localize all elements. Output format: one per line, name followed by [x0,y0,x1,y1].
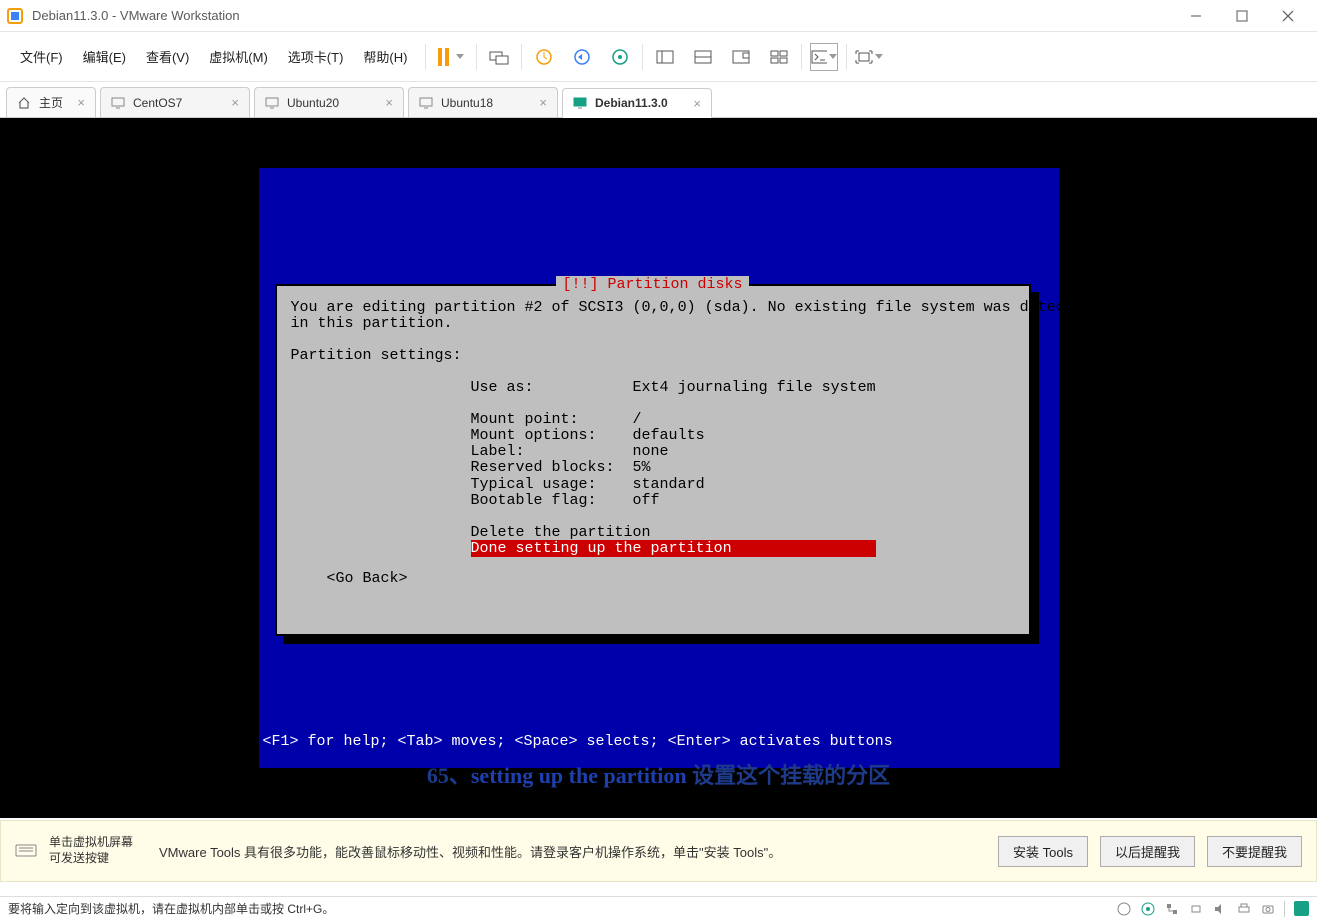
separator [1284,901,1285,917]
titlebar: Debian11.3.0 - VMware Workstation [0,0,1317,32]
printer-icon[interactable] [1236,901,1251,916]
close-icon[interactable]: × [77,95,85,110]
partition-menu-item[interactable]: Delete the partition [471,524,651,541]
console-button[interactable] [810,43,838,71]
tab-home[interactable]: 主页 × [6,87,96,117]
menu-edit[interactable]: 编辑(E) [73,41,136,72]
menu-file[interactable]: 文件(F) [10,41,73,72]
toolbar-power [434,46,468,68]
menu-help[interactable]: 帮助(H) [353,41,417,72]
dialog-title: [!!] Partition disks [556,276,748,293]
caption-en: setting up the partition [471,763,687,788]
dropdown-icon [456,54,464,59]
tab-ubuntu18[interactable]: Ubuntu18 × [408,87,558,117]
maximize-button[interactable] [1219,1,1265,31]
close-button[interactable] [1265,1,1311,31]
menu-vm[interactable]: 虚拟机(M) [199,41,278,72]
view-grid-button[interactable] [727,43,755,71]
separator [425,44,426,70]
fullscreen-button[interactable] [855,43,883,71]
home-icon [17,96,31,110]
menubar: 文件(F) 编辑(E) 查看(V) 虚拟机(M) 选项卡(T) 帮助(H) [0,32,1317,82]
view-thumb-button[interactable] [765,43,793,71]
dropdown-icon [875,54,883,59]
menu-view[interactable]: 查看(V) [136,41,199,72]
status-bar: 要将输入定向到该虚拟机，请在虚拟机内部单击或按 Ctrl+G。 [0,896,1317,920]
caption-zh: 设置这个挂载的分区 [687,763,891,788]
tab-bar: 主页 × CentOS7 × Ubuntu20 × Ubuntu18 × Deb… [0,82,1317,118]
monitor-icon [573,96,587,110]
network-icon[interactable] [1164,901,1179,916]
sound-icon[interactable] [1212,901,1227,916]
pause-button[interactable] [434,46,468,68]
send-keys-button[interactable] [485,43,513,71]
close-icon[interactable]: × [693,96,701,111]
separator [846,44,847,70]
close-icon[interactable]: × [539,95,547,110]
tab-label: 主页 [39,94,69,111]
caption-num: 65、 [427,763,471,788]
monitor-icon [111,96,125,110]
snapshot-manage-button[interactable] [606,43,634,71]
disk-icon[interactable] [1116,901,1131,916]
pause-icon [438,48,449,66]
tab-debian11[interactable]: Debian11.3.0 × [562,88,712,118]
info-msg1-line2: 可发送按键 [49,851,133,867]
help-line: <F1> for help; <Tab> moves; <Space> sele… [259,733,893,750]
close-icon[interactable]: × [385,95,393,110]
usb-icon[interactable] [1188,901,1203,916]
separator [521,44,522,70]
view-dual-button[interactable] [689,43,717,71]
info-msg1-line1: 单击虚拟机屏幕 [49,835,133,851]
minimize-button[interactable] [1173,1,1219,31]
close-icon[interactable]: × [231,95,239,110]
partition-menu-item[interactable]: Done setting up the partition [471,540,876,557]
monitor-icon [265,96,279,110]
go-back-button[interactable]: <Go Back> [291,570,408,587]
tab-ubuntu20[interactable]: Ubuntu20 × [254,87,404,117]
cd-icon[interactable] [1140,901,1155,916]
info-bar: 单击虚拟机屏幕 可发送按键 VMware Tools 具有很多功能，能改善鼠标移… [0,820,1317,882]
toolbar-view [651,43,793,71]
separator [642,44,643,70]
tab-centos7[interactable]: CentOS7 × [100,87,250,117]
snapshot-take-button[interactable] [530,43,558,71]
separator [476,44,477,70]
status-icons [1116,901,1309,917]
tab-label: Ubuntu20 [287,96,377,110]
menu-tabs[interactable]: 选项卡(T) [278,41,354,72]
status-text: 要将输入定向到该虚拟机，请在虚拟机内部单击或按 Ctrl+G。 [8,900,1116,917]
window-title: Debian11.3.0 - VMware Workstation [32,8,1173,23]
keyboard-icon [15,842,37,860]
vmtools-icon[interactable] [1294,901,1309,916]
tab-label: Ubuntu18 [441,96,531,110]
window-controls [1173,1,1311,31]
caption-65: 65、setting up the partition 设置这个挂载的分区 [259,758,1059,790]
partition-dialog: [!!] Partition disks You are editing par… [275,284,1031,636]
monitor-icon [419,96,433,110]
never-remind-button[interactable]: 不要提醒我 [1207,836,1302,867]
vm-display-area[interactable]: [!!] Partition disks You are editing par… [0,118,1317,818]
info-msg1: 单击虚拟机屏幕 可发送按键 [49,835,133,866]
view-single-button[interactable] [651,43,679,71]
app-icon [6,7,24,25]
separator [801,44,802,70]
dialog-body: You are editing partition #2 of SCSI3 (0… [291,300,1015,587]
dropdown-icon [829,54,837,59]
toolbar-snapshot [530,43,634,71]
snapshot-revert-button[interactable] [568,43,596,71]
tab-label: Debian11.3.0 [595,96,685,110]
remind-later-button[interactable]: 以后提醒我 [1100,836,1195,867]
tab-label: CentOS7 [133,96,223,110]
camera-icon[interactable] [1260,901,1275,916]
installer-console: [!!] Partition disks You are editing par… [259,168,1059,768]
install-tools-button[interactable]: 安装 Tools [998,836,1088,867]
info-msg2: VMware Tools 具有很多功能，能改善鼠标移动性、视频和性能。请登录客户… [159,842,986,861]
